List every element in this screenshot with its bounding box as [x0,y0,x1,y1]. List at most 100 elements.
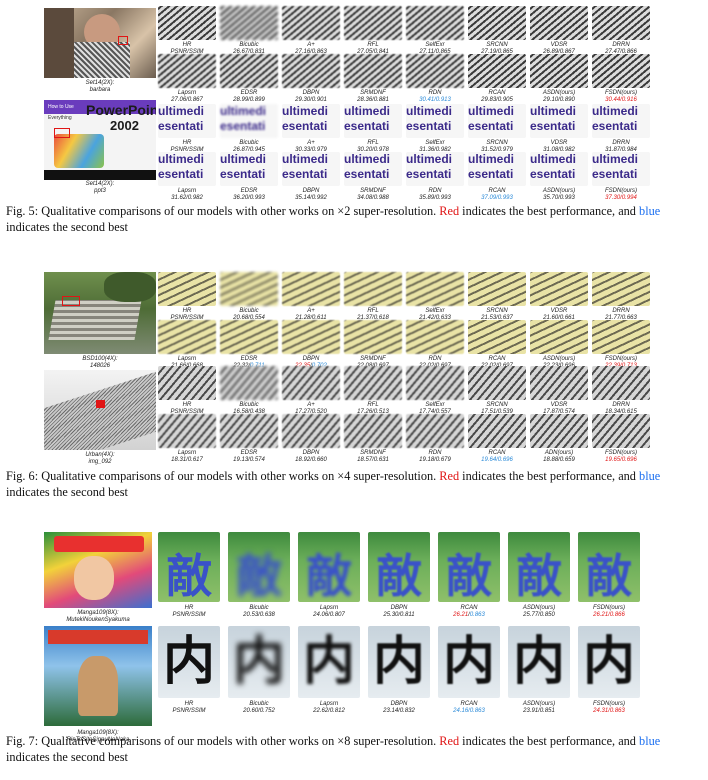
result-label: DBPN 25.30/0.811 [368,605,430,619]
sr-result-hr-thumbnail: 敵 [158,532,220,602]
sr-result-selfexr-thumbnail [406,366,464,400]
thumbnail-text-line: ultimedi [530,104,577,118]
method-name: RCAN [488,90,506,96]
sr-result-bicubic-thumbnail [220,6,278,40]
result-label: Bicubic 20.53/0.638 [228,605,290,619]
thumbnail-text-line: esentati [530,119,576,133]
dataset-label: Manga109(8X): [77,610,119,616]
urban-source-label: Urban(4X): img_092 [44,452,156,466]
method-name: EDSR [240,356,258,362]
sr-result-drrn-thumbnail [592,366,650,400]
image-name: img_092 [88,459,112,465]
psnr-ssim-score: 19.65/0.696 [605,457,637,463]
sr-result-drrn-thumbnail: ultimedi esentati [592,104,650,138]
figure-6-caption: Fig. 6: Qualitative comparisons of our m… [6,469,661,499]
sr-result-edsr-thumbnail [220,320,278,354]
method-name: Lapsrn [177,450,197,456]
sr-result-rdn-thumbnail [406,414,464,448]
figure-7: Manga109(8X): MutekiNoukenSyakuma Manga1… [0,530,708,780]
bsd100-source-label: BSD100(4X): 148026 [44,356,156,370]
method-name: A+ [307,42,315,48]
thumbnail-text-line: ultimedi [592,104,639,118]
psnr-ssim-score: 25.30/0.811 [383,612,415,618]
result-label: EDSR 28.99/0.899 [218,90,280,104]
method-name: SelfExr [425,140,445,146]
method-name: SRCNN [486,140,508,146]
sr-result-rfl-thumbnail: ultimedi esentati [344,104,402,138]
method-name: SelfExr [425,402,445,408]
sr-result-dbpn-thumbnail [282,54,340,88]
sr-result-rcan-thumbnail [468,320,526,354]
manga-glyph: 内 [582,632,635,692]
sr-result-selfexr-thumbnail: ultimedi esentati [406,104,464,138]
psnr-ssim-score: 30.41/0.913 [419,97,451,103]
method-name: RCAN [460,701,478,707]
method-name: FSDN(ours) [604,356,637,362]
image-name: ppt3 [94,188,106,194]
method-name: Lapsrn [319,605,339,611]
result-label: RCAN 26.21/0.863 [438,605,500,619]
image-name: MutekiNoukenSyakuma [66,617,130,623]
psnr-ssim-score: 29.30/0.901 [295,97,327,103]
psnr-ssim-score: 19.18/0.679 [419,457,451,463]
result-label: ASDN(ours) 23.91/0.851 [508,701,570,715]
psnr-ssim-score: 26.21/0.863 [453,612,485,618]
sr-result-drrn-thumbnail [592,6,650,40]
psnr-ssim-score: 24.31/0.863 [593,708,625,714]
sr-result-fsdn-ours--thumbnail: 内 [578,626,640,698]
method-name: SRCNN [486,308,508,314]
thumbnail-text-line: esentati [220,167,266,181]
psnr-ssim-score: 23.91/0.851 [523,708,555,714]
thumbnail-text-line: esentati [344,167,390,181]
sr-result-asdn-ours--thumbnail [530,320,588,354]
sr-result-a--thumbnail [282,366,340,400]
sr-result-fsdn-ours--thumbnail [592,54,650,88]
sr-result-srcnn-thumbnail [468,6,526,40]
thumbnail-text-line: ultimedi [406,104,453,118]
sr-result-selfexr-thumbnail [406,272,464,306]
method-name: VDSR [550,42,568,48]
sr-result-dbpn-thumbnail: ultimedi esentati [282,152,340,186]
result-label: Lapsrn 22.62/0.812 [298,701,360,715]
psnr-ssim-score: 25.77/0.850 [523,612,555,618]
psnr-ssim-score: 18.92/0.660 [295,457,327,463]
sr-result-edsr-thumbnail [220,54,278,88]
sr-result-a--thumbnail: ultimedi esentati [282,104,340,138]
method-name: RCAN [488,450,506,456]
psnr-ssim-score: 23.14/0.832 [383,708,415,714]
thumbnail-text-line: ultimedi [468,104,515,118]
psnr-ssim-score: 18.88/0.659 [543,457,575,463]
ppt3-source-image: How to Use Everything PowerPoint 2002 [44,100,156,180]
result-label: RCAN 24.16/0.863 [438,701,500,715]
psnr-ssim-score: 19.13/0.574 [233,457,265,463]
sr-result-lapsrn-thumbnail: 内 [298,626,360,698]
psnr-ssim-score: 20.60/0.752 [243,708,275,714]
dataset-label: Set14(2X): [85,80,115,86]
figure-7-caption: Fig. 7: Qualitative comparisons of our m… [6,734,661,764]
thumbnail-text-line: ultimedi [282,152,329,166]
sr-result-hr-thumbnail [158,272,216,306]
method-name: SRMDNF [360,188,386,194]
sr-result-vdsr-thumbnail [530,6,588,40]
method-name: HR [182,308,192,314]
manga-glyph: 内 [162,632,215,692]
psnr-ssim-score: 37.09/0.993 [481,195,513,201]
manga-glyph: 敵 [166,549,212,602]
sr-result-lapsrn-thumbnail [158,414,216,448]
thumbnail-text-line: ultimedi [406,152,453,166]
result-label: FSDN(ours) 26.21/0.866 [578,605,640,619]
method-name: RDN [428,188,442,194]
method-name: Bicubic [249,701,269,707]
dataset-label: BSD100(4X): [82,356,118,362]
result-label: DBPN 18.92/0.660 [280,450,342,464]
manga-muteki-source-label: Manga109(8X): MutekiNoukenSyakuma [40,610,156,624]
result-label: DBPN 23.14/0.832 [368,701,430,715]
ppt3-source-label: Set14(2X): ppt3 [44,181,156,195]
thumbnail-text-line: ultimedi [530,152,577,166]
manga-glyph: 内 [302,632,355,692]
method-name: EDSR [240,450,258,456]
method-name: DBPN [390,605,408,611]
result-label: ASDN(ours) 29.10/0.890 [528,90,590,104]
method-name: ADN(ours) [544,450,574,456]
psnr-ssim-score: 27.06/0.867 [171,97,203,103]
